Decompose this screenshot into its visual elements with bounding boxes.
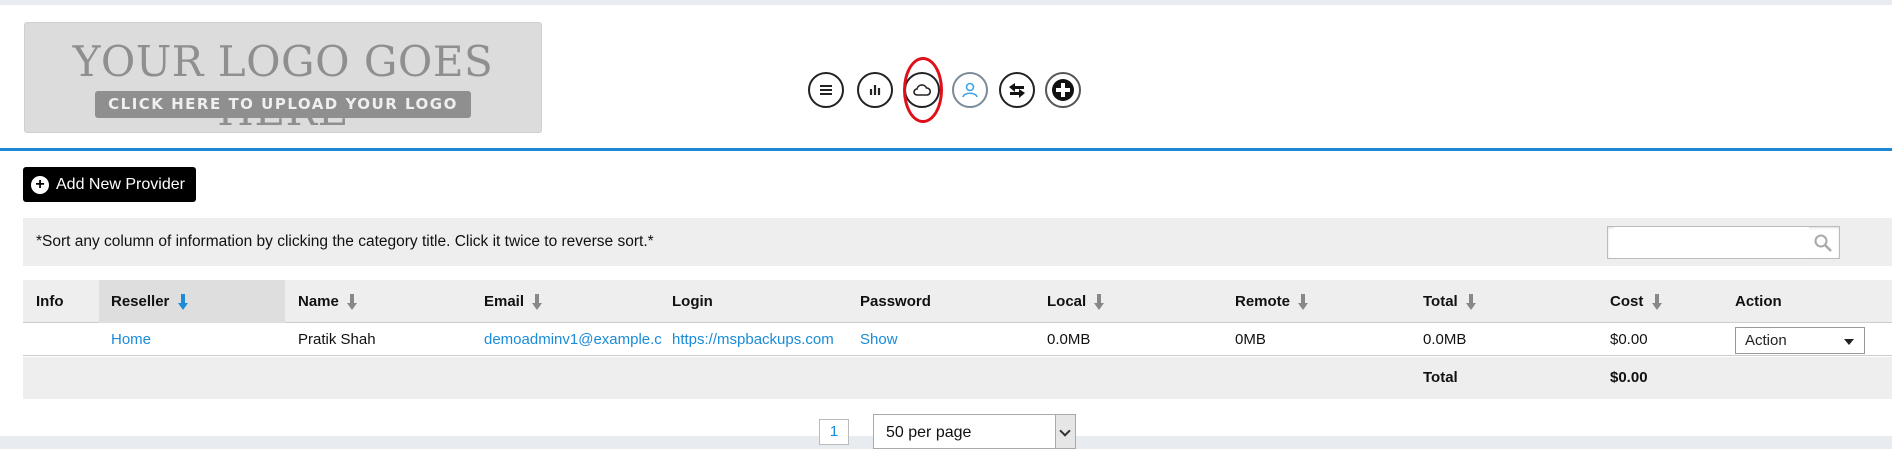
col-login[interactable]: Login (672, 280, 713, 323)
total-cost: $0.00 (1610, 369, 1648, 386)
total-label: Total (1423, 369, 1458, 386)
action-dropdown-label: Action (1745, 332, 1787, 349)
plus-cross-icon[interactable] (1045, 72, 1081, 108)
col-total[interactable]: Total (1423, 280, 1476, 323)
sort-arrow-down-icon (1651, 294, 1662, 311)
header: YOUR LOGO GOES HERE CLICK HERE TO UPLOAD… (0, 5, 1892, 151)
col-total-label: Total (1423, 293, 1458, 310)
cell-local: 0.0MB (1047, 331, 1091, 348)
col-password[interactable]: Password (860, 280, 931, 323)
per-page-select[interactable]: 50 per page (873, 414, 1076, 449)
col-email[interactable]: Email (484, 280, 543, 323)
add-new-provider-button[interactable]: + Add New Provider (23, 167, 196, 202)
col-name-label: Name (298, 293, 339, 310)
cell-login[interactable]: https://mspbackups.com (672, 324, 834, 356)
table-row: Home Pratik Shah demoadminv1@example.c h… (23, 324, 1892, 356)
plus-icon: + (31, 175, 49, 194)
col-action: Action (1735, 293, 1782, 310)
col-local-label: Local (1047, 293, 1087, 310)
cell-reseller[interactable]: Home (111, 324, 151, 356)
col-remote-label: Remote (1235, 293, 1291, 310)
col-info[interactable]: Info (36, 280, 64, 323)
col-cost[interactable]: Cost (1610, 280, 1662, 323)
table-header: Info Reseller Name Email Login Password … (23, 280, 1892, 323)
cell-email[interactable]: demoadminv1@example.c (484, 324, 662, 356)
swap-arrows-icon[interactable] (999, 72, 1035, 108)
chevron-down-icon[interactable] (1055, 415, 1075, 448)
caret-down-icon (1844, 339, 1854, 345)
col-name[interactable]: Name (298, 280, 358, 323)
logo-title: YOUR LOGO GOES HERE (72, 37, 494, 135)
sort-arrow-down-icon (532, 294, 543, 311)
col-remote[interactable]: Remote (1235, 280, 1309, 323)
search-input[interactable] (1614, 227, 1809, 258)
cell-remote: 0MB (1235, 331, 1266, 348)
sort-arrow-down-icon (347, 294, 358, 311)
col-local[interactable]: Local (1047, 280, 1105, 323)
bar-chart-icon[interactable] (857, 72, 893, 108)
sort-arrow-down-icon (1298, 294, 1309, 311)
cell-cost: $0.00 (1610, 331, 1648, 348)
cell-name: Pratik Shah (298, 331, 376, 348)
action-dropdown[interactable]: Action (1735, 327, 1865, 354)
logo-upload[interactable]: YOUR LOGO GOES HERE CLICK HERE TO UPLOAD… (24, 22, 542, 135)
logo-upload-label: CLICK HERE TO UPLOAD YOUR LOGO (95, 91, 471, 118)
sort-hint-bar: *Sort any column of information by click… (23, 218, 1892, 266)
menu-icon[interactable] (808, 72, 844, 108)
sort-hint-text: *Sort any column of information by click… (36, 233, 654, 250)
search-icon[interactable] (1813, 233, 1833, 253)
sort-arrow-down-icon (177, 294, 188, 311)
col-reseller[interactable]: Reseller (99, 280, 285, 323)
col-reseller-label: Reseller (111, 293, 170, 310)
search-box[interactable] (1607, 226, 1840, 259)
cell-password-show[interactable]: Show (860, 324, 898, 356)
page-number-button[interactable]: 1 (819, 419, 849, 445)
col-cost-label: Cost (1610, 293, 1644, 310)
table-total-row: Total $0.00 (23, 357, 1892, 399)
sort-arrow-down-icon (1465, 294, 1476, 311)
cloud-icon[interactable] (904, 72, 940, 108)
user-icon[interactable] (952, 72, 988, 108)
col-email-label: Email (484, 293, 525, 310)
sort-arrow-down-icon (1094, 294, 1105, 311)
per-page-value: 50 per page (886, 424, 972, 441)
cell-total: 0.0MB (1423, 331, 1467, 348)
add-new-provider-label: Add New Provider (56, 175, 185, 193)
